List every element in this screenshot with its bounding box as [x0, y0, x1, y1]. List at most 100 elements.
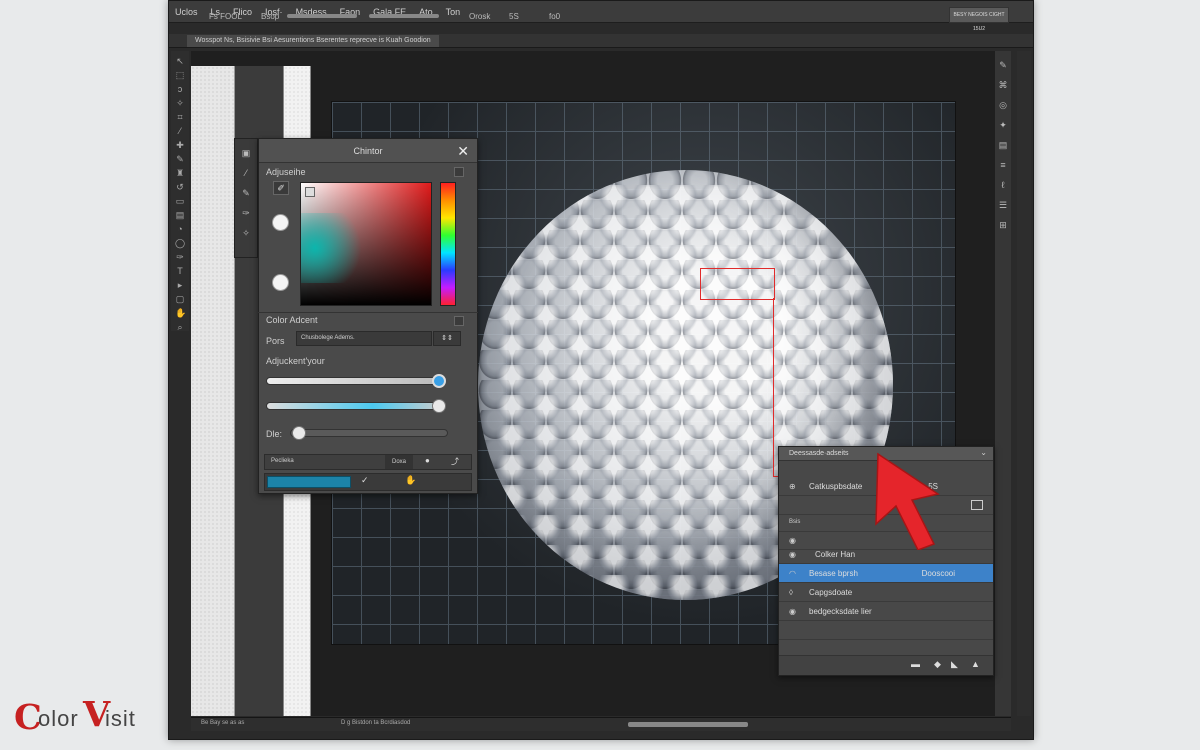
heal-tool-icon[interactable]: ✚ — [175, 141, 185, 150]
option-slider[interactable] — [369, 14, 439, 18]
status-mid: D ɡ Bistdon ta Bcrdiasdod — [341, 720, 411, 726]
color-icon[interactable]: ✎ — [998, 59, 1008, 71]
logo-isit: isit — [105, 706, 136, 731]
delete-icon[interactable]: ▲ — [971, 659, 980, 669]
brush-tool-icon[interactable]: ✎ — [175, 155, 185, 164]
selection-rectangle[interactable] — [700, 268, 775, 300]
layer-icon: Bsis — [789, 519, 801, 525]
shape-tool-icon[interactable]: ▢ — [175, 295, 185, 304]
pors-stepper-icon[interactable]: ⇕⇕ — [433, 331, 461, 346]
layer-row[interactable]: ◉ bedgecksdate lier — [779, 602, 993, 621]
layer-name: Besase bprsh — [809, 569, 858, 578]
info-icon[interactable]: ⊞ — [998, 219, 1008, 231]
folder-icon[interactable]: ◣ — [951, 659, 958, 670]
crop-tool-icon[interactable]: ⌗ — [175, 113, 185, 122]
pen-tool-icon[interactable]: ✑ — [175, 253, 185, 262]
eraser-tool-icon[interactable]: ▭ — [175, 197, 185, 206]
dot-icon[interactable]: ● — [425, 456, 430, 465]
pen-icon[interactable]: ✑ — [240, 207, 252, 219]
channels-icon[interactable]: ≡ — [998, 159, 1008, 171]
brush-icon[interactable]: ✎ — [240, 187, 252, 199]
layer-visibility-icon[interactable] — [971, 500, 983, 510]
layer-name: Colker Han — [815, 550, 856, 559]
vertical-scrollbar[interactable] — [1017, 51, 1031, 716]
adjust-slider-1-knob[interactable] — [432, 374, 446, 388]
adjust-slider-1[interactable] — [266, 377, 444, 385]
adjust-icon[interactable]: ◎ — [998, 99, 1008, 111]
marquee-tool-icon[interactable]: ⬚ — [175, 71, 185, 80]
styles-icon[interactable]: ✦ — [998, 119, 1008, 131]
layer-name: Capgsdoate — [809, 588, 853, 597]
option-label[interactable]: Orosk — [469, 12, 490, 21]
layers-icon[interactable]: ▤ — [998, 139, 1008, 151]
option-slider[interactable] — [287, 14, 357, 18]
lasso-tool-icon[interactable]: ↄ — [175, 85, 185, 94]
dodge-tool-icon[interactable]: ◯ — [175, 239, 185, 248]
footer-label: Peclieka — [271, 458, 294, 464]
dropper-icon[interactable]: ⁄ — [240, 167, 252, 179]
zoom-tool-icon[interactable]: ⌕ — [175, 323, 185, 332]
wand-icon[interactable]: ✧ — [240, 227, 252, 239]
divider — [258, 312, 478, 313]
adjust-slider-2-knob[interactable] — [432, 399, 446, 413]
die-slider[interactable] — [290, 429, 448, 437]
brush-settings-icon[interactable]: ⌘ — [998, 79, 1008, 91]
option-label[interactable]: fo0 — [549, 12, 560, 21]
type-tool-icon[interactable]: T — [175, 267, 185, 276]
document-tab-bar: Wosspot Ns, Bsisivie Bsi Aesurentions Bs… — [169, 34, 1033, 48]
hand-tool-icon[interactable]: ✋ — [175, 309, 186, 318]
option-label[interactable]: Bsop — [261, 12, 279, 21]
paths-icon[interactable]: ℓ — [998, 179, 1008, 191]
blur-tool-icon[interactable]: ◔ — [175, 225, 185, 234]
picker-tool-icon[interactable]: ▣ — [240, 147, 252, 159]
chevron-down-icon[interactable]: ⌄ — [980, 448, 987, 457]
path-tool-icon[interactable]: ▸ — [175, 281, 185, 290]
footer-button[interactable]: Doxa — [385, 455, 413, 469]
eyedropper-icon[interactable]: ✐ — [273, 181, 289, 195]
background-color-swatch[interactable] — [272, 274, 289, 291]
stamp-tool-icon[interactable]: ♜ — [175, 169, 185, 178]
layer-icon: ◉ — [789, 607, 796, 616]
move-tool-icon[interactable]: ↖ — [175, 57, 185, 66]
layer-row[interactable] — [779, 621, 993, 640]
horizontal-scrollbar-thumb[interactable] — [628, 722, 748, 727]
layer-row[interactable]: ◊ Capgsdoate — [779, 583, 993, 602]
mask-icon[interactable]: ◆ — [934, 659, 941, 670]
hue-slider[interactable] — [440, 182, 456, 306]
adjust-label: Adjuseihe — [266, 167, 306, 177]
wand-tool-icon[interactable]: ✧ — [175, 99, 185, 108]
gradient-tool-icon[interactable]: ▤ — [175, 211, 185, 220]
history-icon[interactable]: ☰ — [998, 199, 1008, 211]
settings-icon[interactable] — [454, 316, 464, 326]
check-icon[interactable]: ✓ — [361, 475, 369, 486]
layer-name: bedgecksdate lier — [809, 607, 872, 616]
picker-footer-row: Peclieka Doxa ● ⤴ — [264, 454, 472, 470]
layer-row-selected[interactable]: ◠ Besase bprsh Dooscooi — [779, 564, 993, 583]
hand-icon[interactable]: ✋ — [405, 475, 416, 486]
current-color-swatch[interactable] — [267, 476, 351, 488]
ruler-panel — [191, 66, 235, 716]
adjust-slider-2[interactable] — [266, 402, 444, 410]
document-tab[interactable]: Wosspot Ns, Bsisivie Bsi Aesurentions Bs… — [187, 35, 439, 47]
eyedropper-tool-icon[interactable]: ⁄ — [175, 127, 185, 136]
cyan-tint — [301, 213, 371, 283]
option-label[interactable]: Fs FOOL — [209, 12, 242, 21]
right-toolbar: ✎ ⌘ ◎ ✦ ▤ ≡ ℓ ☰ ⊞ — [995, 51, 1011, 716]
die-slider-knob[interactable] — [292, 426, 306, 440]
color-adjust-label: Color Adcent — [266, 315, 318, 325]
pors-field[interactable]: Chusbolege Adems. — [296, 331, 432, 346]
selection-guide — [773, 298, 774, 476]
option-label[interactable]: 5S — [509, 12, 519, 21]
panel-menu-icon[interactable] — [454, 167, 464, 177]
arrow-icon[interactable]: ⤴ — [451, 456, 459, 467]
adjustment-label: Adjuckent'your — [266, 356, 325, 366]
color-marker[interactable] — [305, 187, 315, 197]
foreground-color-swatch[interactable] — [272, 214, 289, 231]
options-right-button[interactable]: BESY NEGOIS CIGHT 15U2 — [949, 7, 1009, 32]
history-tool-icon[interactable]: ↺ — [175, 183, 185, 192]
picker-bottom-bar: ✓ ✋ — [264, 473, 472, 491]
link-icon[interactable]: ▬ — [911, 659, 920, 669]
layers-footer: ▬ ◆ ◣ ▲ — [779, 655, 993, 675]
close-icon[interactable]: ✕ — [457, 139, 469, 163]
color-field[interactable] — [300, 182, 432, 306]
